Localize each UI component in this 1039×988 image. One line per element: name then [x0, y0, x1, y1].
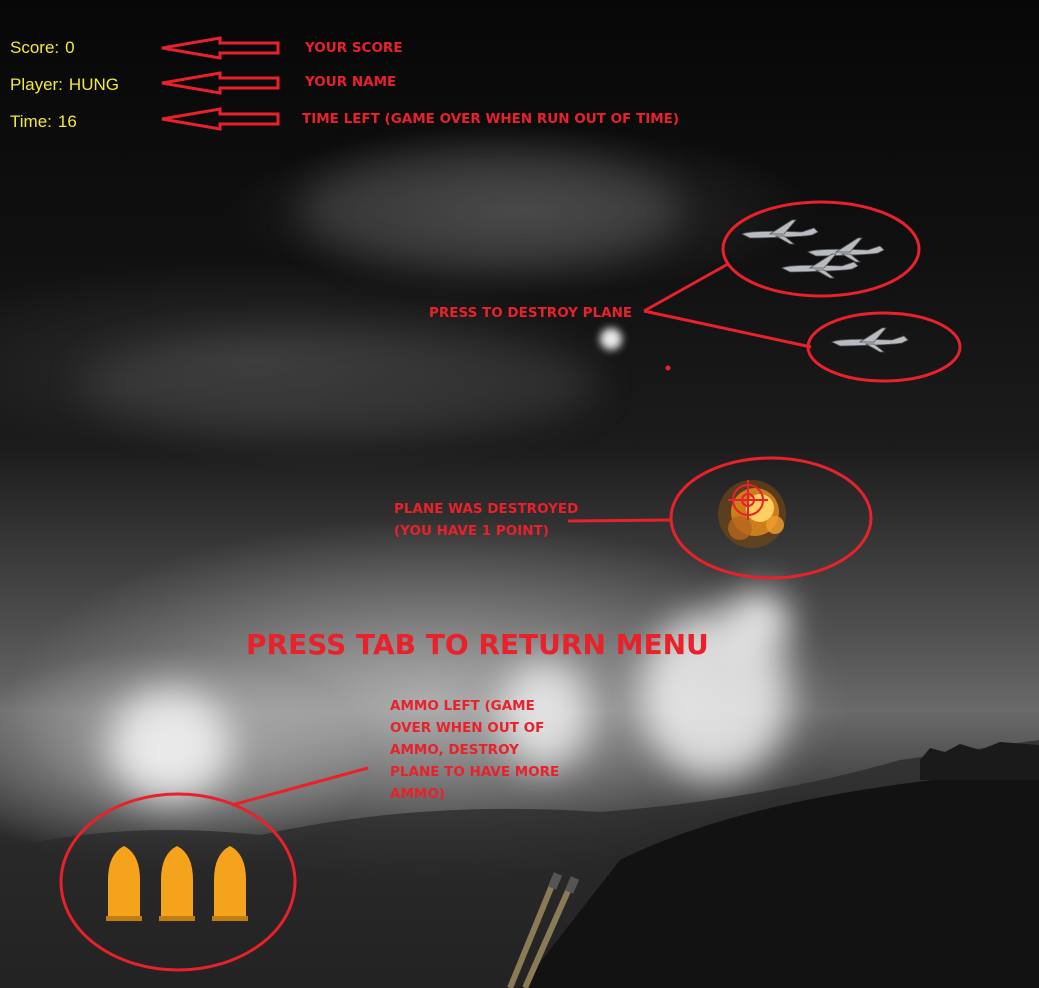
name-arrow-icon [161, 71, 280, 95]
destroyed-note-line2: (YOU HAVE 1 POINT) [394, 523, 549, 539]
pointer-line [231, 766, 369, 807]
terrain [920, 742, 1039, 780]
destroy-plane-note: PRESS TO DESTROY PLANE [429, 305, 633, 321]
score-note: YOUR SCORE [305, 40, 403, 56]
enemy-plane [781, 253, 859, 279]
time-arrow-icon [161, 107, 280, 131]
enemy-plane [807, 237, 885, 263]
ammo-note-line5: AMMO) [390, 786, 445, 802]
destroyed-note-line1: PLANE WAS DESTROYED [394, 501, 579, 517]
ammo-note-line3: AMMO, DESTROY [390, 742, 519, 758]
game-scene[interactable]: Score: 0 Player: HUNG Time: 16 YOUR SCOR… [0, 0, 1039, 988]
pointer-line [643, 262, 729, 313]
enemy-plane-group[interactable] [741, 219, 885, 279]
enemy-plane[interactable] [831, 327, 909, 353]
pointer-line [567, 518, 671, 523]
pointer-line [643, 309, 812, 349]
ammo-note-line4: PLANE TO HAVE MORE [390, 764, 560, 780]
enemy-plane [741, 219, 819, 245]
score-arrow-icon [161, 36, 280, 60]
bullet-dot [665, 365, 671, 371]
tab-return-prompt: PRESS TAB TO RETURN MENU [246, 628, 709, 661]
single-plane-highlight-circle [806, 311, 962, 383]
plane-group-highlight-circle [721, 200, 921, 298]
name-note: YOUR NAME [305, 74, 397, 90]
ammo-note-line1: AMMO LEFT (GAME [390, 698, 535, 714]
ammo-note-line2: OVER WHEN OUT OF [390, 720, 545, 736]
time-note: TIME LEFT (GAME OVER WHEN RUN OUT OF TIM… [302, 111, 680, 127]
overlay-graphics [0, 36, 1039, 988]
